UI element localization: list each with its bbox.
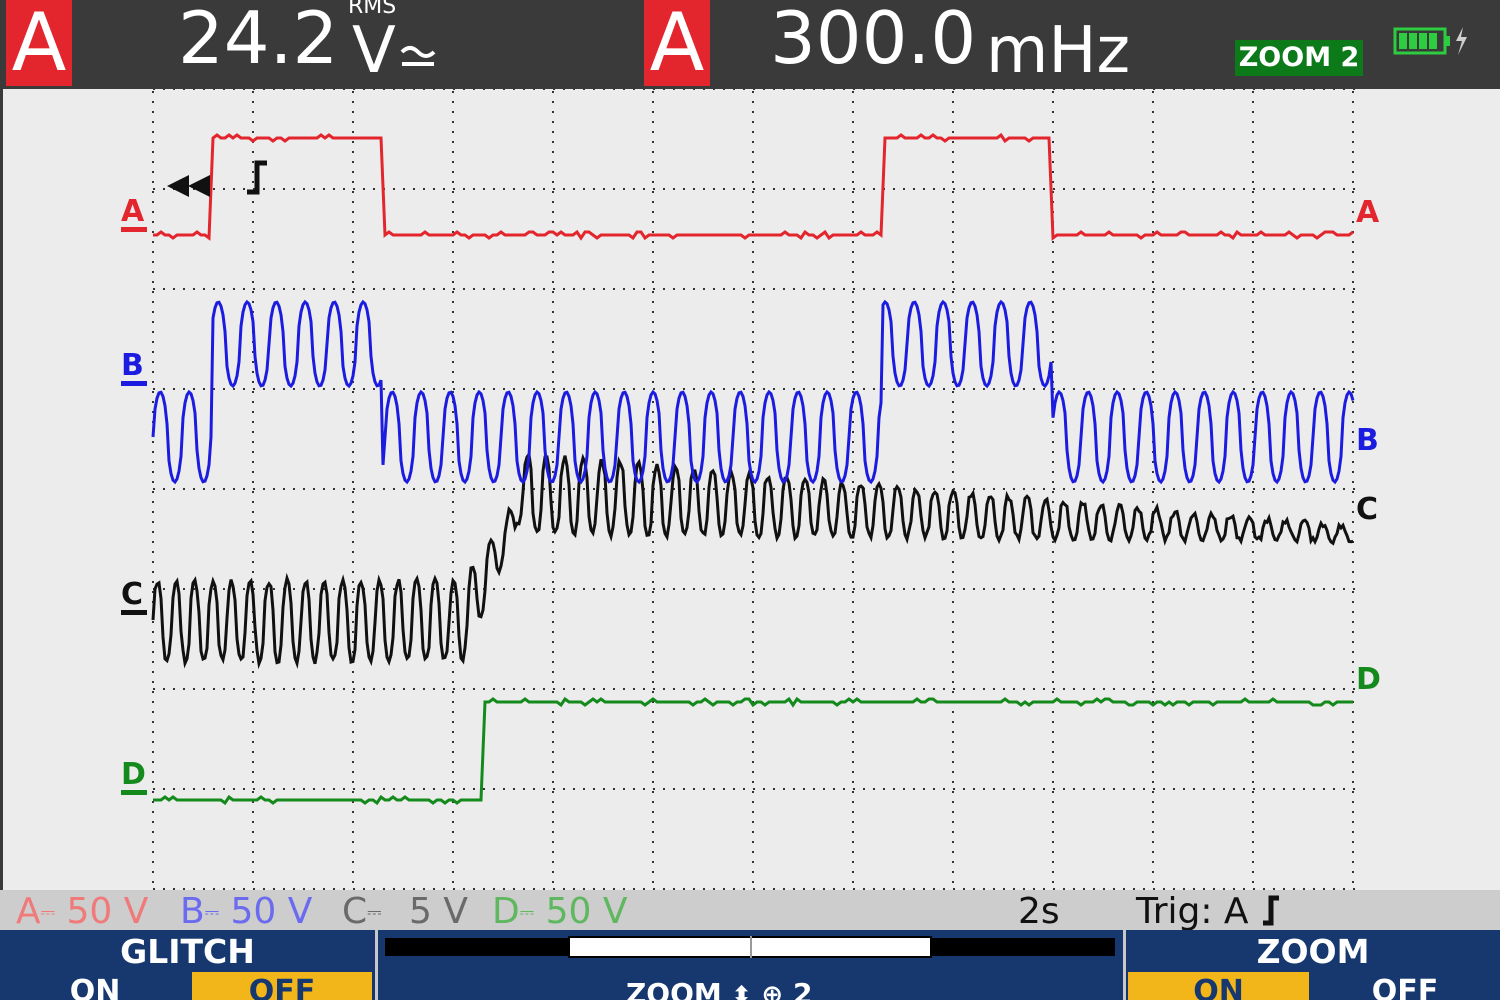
glitch-softkey[interactable]: GLITCH ON OFF [0, 930, 375, 1000]
softkey-bar: GLITCH ON OFF ZOOM ⬍ ⊕ 2 ZOOM ON OFF [0, 930, 1500, 1000]
meas2-value: 300.0 [770, 0, 977, 80]
dc-coupling-icon: ⎓ [367, 902, 382, 923]
zoom-level-readout: ZOOM ⬍ ⊕ 2 [626, 974, 812, 1000]
battery-charging-icon [1393, 27, 1467, 55]
channel-d-left-label: D [121, 760, 147, 795]
channel-c-left-label: C [121, 580, 147, 615]
measurement-readout-bar: A 24.2 V RMS A 300.0 mHz ZOOM 2 [0, 0, 1500, 89]
zoom-on-option[interactable]: ON [1128, 972, 1309, 1000]
zoom-title: ZOOM [1256, 932, 1370, 971]
rising-edge-icon [247, 160, 267, 195]
channel-b-right-label: B [1356, 423, 1379, 458]
scale-c: C⎓ 5 V [342, 890, 468, 935]
zoom-magnifier-icon: ⊕ [761, 980, 784, 1000]
up-down-arrow-icon: ⬍ [731, 981, 752, 1000]
meas1-channel-badge: A [6, 0, 72, 86]
channel-b-left-label: B [121, 351, 147, 386]
dc-coupling-icon: ⎓ [519, 902, 535, 923]
timebase-value: 2s [1018, 891, 1060, 932]
zoom-off-option[interactable]: OFF [1312, 972, 1498, 1000]
channel-c-right-label: C [1356, 492, 1379, 527]
glitch-title: GLITCH [120, 932, 255, 971]
channel-scale-bar: A⎓ 50 V B⎓ 50 V C⎓ 5 V D⎓ 50 V 2s Trig: … [0, 890, 1500, 932]
scale-a: A⎓ 50 V [16, 890, 148, 935]
dc-coupling-icon: ⎓ [40, 902, 56, 923]
trigger-readout: Trig: A [1136, 890, 1282, 934]
trigger-position-mark [750, 936, 752, 958]
scale-b-value: 50 V [230, 891, 313, 932]
scale-b: B⎓ 50 V [180, 890, 312, 935]
meas2-channel-badge: A [644, 0, 710, 86]
ac-dc-icon [400, 46, 436, 66]
channel-a-right-label: A [1356, 195, 1380, 230]
meas1-unit: V [352, 14, 396, 88]
rising-edge-icon [1263, 895, 1280, 926]
zoom-indicator-badge: ZOOM 2 [1235, 40, 1363, 76]
scope-display: A B C D A B C D [3, 89, 1500, 890]
meas1-value: 24.2 [178, 0, 339, 80]
double-left-arrow-icon [167, 175, 210, 197]
zoom-softkey[interactable]: ZOOM ON OFF [1126, 930, 1500, 1000]
meas2-unit: mHz [986, 14, 1131, 88]
dc-coupling-icon: ⎓ [204, 902, 220, 923]
glitch-on-option[interactable]: ON [0, 972, 190, 1000]
waveform-plot [151, 89, 1355, 890]
scale-a-value: 50 V [66, 891, 149, 932]
channel-a-left-label: A [121, 197, 147, 232]
scale-d: D⎓ 50 V [492, 890, 627, 935]
meas1-rms-label: RMS [348, 0, 397, 19]
scale-d-value: 50 V [545, 891, 628, 932]
glitch-off-option[interactable]: OFF [192, 972, 372, 1000]
scale-c-value: 5 V [408, 891, 468, 932]
channel-d-right-label: D [1356, 662, 1381, 697]
